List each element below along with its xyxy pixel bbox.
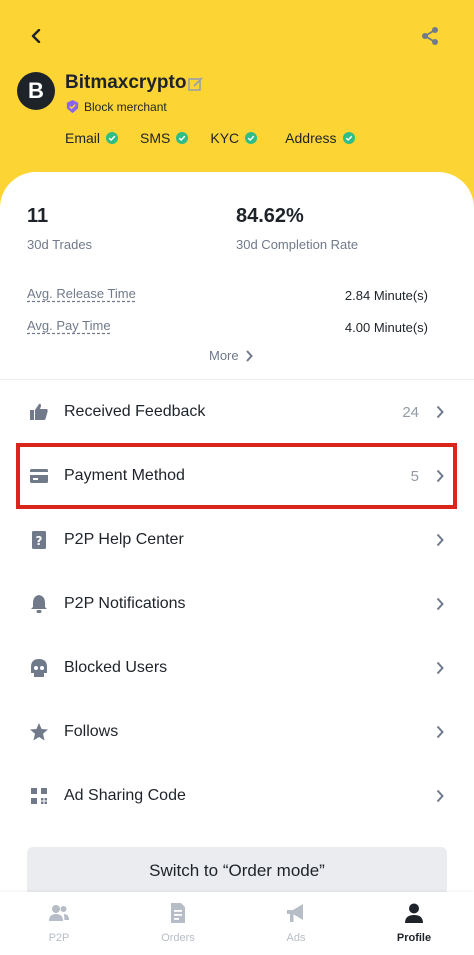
menu-count: 24 [402,403,419,421]
chevron-right-icon [436,405,444,419]
check-icon [106,132,119,144]
share-button[interactable] [416,22,444,50]
trades-label: 30d Trades [27,237,93,252]
tab-label: P2P [48,932,70,944]
chevron-right-icon [436,725,444,739]
chevron-right-icon [436,533,444,547]
bell-icon [28,593,50,615]
chevron-right-icon [245,349,253,362]
more-link[interactable]: More [209,348,253,363]
document-icon [171,903,185,923]
trades-value: 11 [27,205,49,227]
avatar: B [17,72,55,110]
menu-blocked-users[interactable]: Blocked Users [0,636,474,700]
username: Bitmaxcrypto [65,72,187,93]
verification-sms: SMS [140,130,189,146]
completion-label: 30d Completion Rate [236,237,359,252]
blocked-user-icon [28,657,50,679]
menu-label: P2P Notifications [64,595,186,612]
merchant-label: Block merchant [84,99,167,114]
release-time-label[interactable]: Avg. Release Time [27,286,136,301]
person-icon [405,903,423,923]
tab-profile[interactable]: Profile [374,902,454,944]
edit-icon[interactable] [188,76,204,92]
megaphone-icon [287,904,303,922]
verification-label: Address [285,130,337,146]
highlight-box [16,443,457,509]
help-book-icon: ? [28,529,50,551]
chevron-right-icon [436,789,444,803]
back-arrow-icon [31,29,41,43]
avatar-letter: B [28,78,44,103]
check-icon [342,132,355,144]
back-button[interactable] [22,22,50,50]
menu-label: P2P Help Center [64,531,184,548]
check-icon [176,132,189,144]
switch-order-mode-button[interactable]: Switch to “Order mode” [27,847,447,895]
menu-follows[interactable]: Follows [0,700,474,764]
tab-orders[interactable]: Orders [138,902,218,944]
menu-label: Received Feedback [64,403,206,420]
share-icon [422,27,438,45]
menu-p2p-notifications[interactable]: P2P Notifications [0,572,474,636]
tab-label: Orders [161,932,195,944]
chevron-right-icon [436,597,444,611]
verification-list: Email SMS KYC Address [65,130,377,146]
star-icon [28,721,50,743]
verification-label: Email [65,130,101,146]
completion-value: 84.62% [236,205,304,227]
verification-email: Email [65,130,119,146]
menu-p2p-help-center[interactable]: ? P2P Help Center [0,508,474,572]
verification-address: Address [285,130,355,146]
thumbs-up-icon [28,401,50,423]
menu-ad-sharing-code[interactable]: Ad Sharing Code [0,764,474,828]
qr-code-icon [28,785,50,807]
tab-label: Profile [396,932,432,944]
menu-label: Ad Sharing Code [64,787,186,804]
verification-label: SMS [140,130,171,146]
tab-p2p[interactable]: P2P [19,902,99,944]
pay-time-value: 4.00 Minute(s) [344,320,428,335]
bottom-tab-bar: P2P Orders Ads Profile [0,892,474,955]
menu-label: Follows [64,723,119,740]
chevron-right-icon [436,661,444,675]
svg-text:?: ? [36,534,43,548]
verification-label: KYC [210,130,240,146]
check-icon [245,132,258,144]
tab-label: Ads [286,932,306,944]
users-icon [49,905,69,921]
verification-kyc: KYC [210,130,258,146]
menu-label: Blocked Users [64,659,168,676]
pay-time-label[interactable]: Avg. Pay Time [27,318,111,333]
release-time-value: 2.84 Minute(s) [344,288,428,303]
tab-ads[interactable]: Ads [256,902,336,944]
merchant-badge-icon [66,99,79,114]
menu-received-feedback[interactable]: Received Feedback 24 [0,380,474,444]
more-label: More [209,348,239,363]
merchant-badge: Block merchant [65,99,167,114]
